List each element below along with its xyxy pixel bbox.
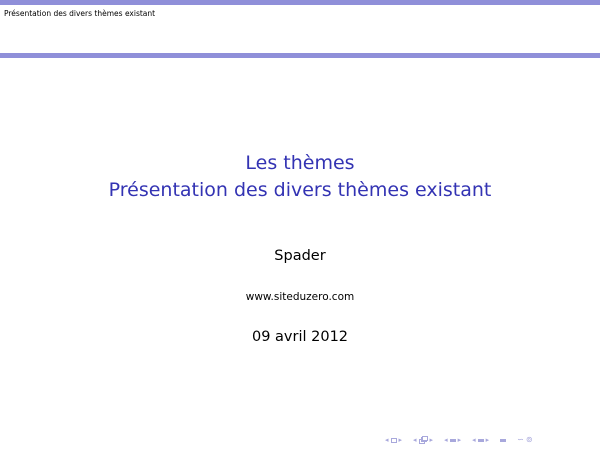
institute: www.siteduzero.com <box>245 291 355 303</box>
frame-icon[interactable] <box>390 437 397 443</box>
prev-slide-arrow-icon[interactable]: ◂ <box>412 435 418 445</box>
next-section-arrow-icon[interactable]: ▸ <box>485 435 491 445</box>
nav-frame-group[interactable]: ◂ ▸ <box>384 435 403 445</box>
title-block: Les thèmes Présentation des divers thème… <box>0 150 600 204</box>
header-running-title: Présentation des divers thèmes existant <box>4 9 156 18</box>
next-frame-arrow-icon[interactable]: ▸ <box>398 435 404 445</box>
nav-slide-group[interactable]: ◂ ▸ <box>412 435 434 445</box>
section-icon[interactable] <box>477 438 484 442</box>
next-slide-arrow-icon[interactable]: ▸ <box>429 435 435 445</box>
top-rule <box>0 0 600 5</box>
prev-subsection-arrow-icon[interactable]: ◂ <box>443 435 449 445</box>
nav-search-group[interactable]: ∽ ⊚ <box>516 435 533 445</box>
nav-document-group[interactable] <box>499 438 507 442</box>
header-rule <box>0 53 600 58</box>
nav-section-group[interactable]: ◂ ▸ <box>471 435 490 445</box>
nav-subsection-group[interactable]: ◂ ▸ <box>443 435 462 445</box>
next-subsection-arrow-icon[interactable]: ▸ <box>457 435 463 445</box>
slide-title: Les thèmes <box>245 152 355 174</box>
prev-section-arrow-icon[interactable]: ◂ <box>471 435 477 445</box>
author: Spader <box>274 248 326 264</box>
search-icon[interactable]: ⊚ <box>525 435 534 445</box>
slide-subtitle: Présentation des divers thèmes existant <box>108 179 492 201</box>
prev-frame-arrow-icon[interactable]: ◂ <box>384 435 390 445</box>
date: 09 avril 2012 <box>251 329 349 345</box>
back-forward-icon[interactable]: ∽ <box>516 435 525 445</box>
document-icon[interactable] <box>500 438 507 442</box>
slide-icon[interactable] <box>418 436 428 444</box>
navigation-bar: ◂ ▸ ◂ ▸ ◂ ▸ ◂ ▸ ∽ ⊚ <box>384 434 534 446</box>
subsection-icon[interactable] <box>449 438 456 442</box>
